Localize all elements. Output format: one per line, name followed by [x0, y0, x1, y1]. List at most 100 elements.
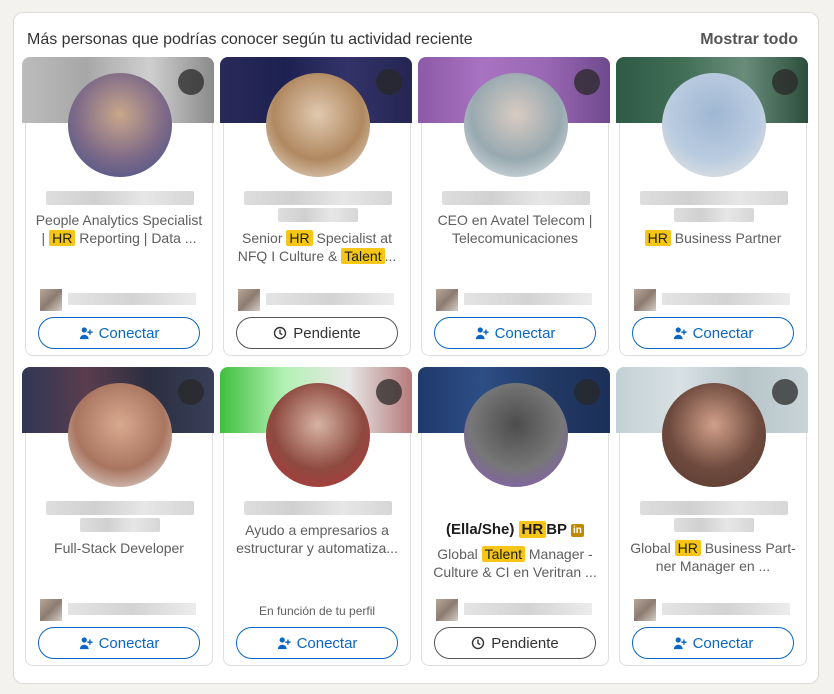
keyword-highlight: HR [49, 230, 76, 246]
show-all-link[interactable]: Mostrar todo [700, 31, 798, 49]
headline-text: Reporting | Data ... [75, 230, 197, 246]
mutual-connection-avatar [634, 599, 656, 621]
button-label: Pendiente [491, 634, 559, 652]
linkedin-premium-icon: in [570, 524, 584, 537]
button-label: Conectar [98, 634, 160, 652]
dismiss-button[interactable] [376, 69, 402, 95]
headline-text: Business Partner [670, 230, 782, 246]
person-headline: Ayudo a empresarios a estructurar y auto… [232, 521, 402, 557]
add-person-icon [673, 327, 687, 340]
mutual-connections [634, 287, 792, 313]
person-card[interactable]: HR Business Partner Conectar [616, 57, 808, 356]
dismiss-button[interactable] [574, 69, 600, 95]
profile-photo[interactable] [266, 383, 370, 487]
button-label: Conectar [494, 324, 556, 342]
keyword-highlight: HR [644, 230, 671, 246]
profile-photo[interactable] [662, 383, 766, 487]
pending-button[interactable]: Pendiente [236, 317, 398, 349]
connect-button[interactable]: Conectar [632, 627, 794, 659]
person-headline: HR Business Partner [628, 229, 798, 247]
person-headline: Senior HR Specialist at NFQ I Culture & … [232, 229, 402, 265]
blurred-name-line [80, 518, 160, 532]
person-card[interactable]: People Analytics Specialist | HR Reporti… [22, 57, 214, 356]
keyword-highlight: HR [518, 521, 547, 538]
profile-photo[interactable] [464, 383, 568, 487]
person-card[interactable]: Global HR Business Part-ner Manager en .… [616, 367, 808, 666]
blurred-mutual-text [464, 603, 592, 615]
headline-text: Full-Stack Developer [54, 540, 184, 556]
blurred-name[interactable] [640, 191, 788, 205]
mutual-connection-avatar [436, 289, 458, 311]
profile-photo[interactable] [266, 73, 370, 177]
connect-button[interactable]: Conectar [38, 317, 200, 349]
connect-button[interactable]: Conectar [236, 627, 398, 659]
headline-text: Ayudo a empresarios a estructurar y auto… [236, 522, 398, 556]
panel-title: Más personas que podrías conocer según t… [27, 31, 473, 48]
connect-button[interactable]: Conectar [38, 627, 200, 659]
person-card[interactable]: Senior HR Specialist at NFQ I Culture & … [220, 57, 412, 356]
connect-button[interactable]: Conectar [434, 317, 596, 349]
person-name[interactable]: (Ella/She) HR BP in [422, 521, 608, 538]
add-person-icon [79, 637, 93, 650]
blurred-name[interactable] [46, 501, 194, 515]
person-headline: Global Talent Manager - Culture & CI en … [430, 545, 600, 581]
headline-text: Senior [242, 230, 287, 246]
person-card[interactable]: (Ella/She) HR BP in Global Talent Manager … [418, 367, 610, 666]
blurred-mutual-text [68, 293, 196, 305]
blurred-name[interactable] [640, 501, 788, 515]
button-label: Conectar [692, 634, 754, 652]
mutual-connection-avatar [40, 289, 62, 311]
mutual-connections [238, 287, 396, 313]
blurred-name[interactable] [244, 191, 392, 205]
add-person-icon [673, 637, 687, 650]
dismiss-button[interactable] [376, 379, 402, 405]
clock-icon [472, 636, 485, 650]
blurred-name[interactable] [244, 501, 392, 515]
person-headline: Global HR Business Part-ner Manager en .… [628, 539, 798, 575]
connect-button[interactable]: Conectar [632, 317, 794, 349]
insight-note: En función de tu perfil [258, 604, 376, 618]
mutual-connections [40, 287, 198, 313]
button-label: Conectar [296, 634, 358, 652]
blurred-mutual-text [662, 603, 790, 615]
mutual-connection-avatar [436, 599, 458, 621]
keyword-highlight: Talent [341, 248, 385, 264]
mutual-connections [436, 597, 594, 623]
blurred-name-line [674, 518, 754, 532]
headline-text: CEO en Avatel Telecom | Telecomunicacion… [437, 212, 593, 246]
blurred-name[interactable] [46, 191, 194, 205]
blurred-mutual-text [266, 293, 394, 305]
dismiss-button[interactable] [178, 69, 204, 95]
keyword-highlight: HR [286, 230, 313, 246]
keyword-highlight: HR [674, 540, 701, 556]
profile-photo[interactable] [464, 73, 568, 177]
mutual-connection-avatar [40, 599, 62, 621]
button-label: Pendiente [293, 324, 361, 342]
add-person-icon [277, 637, 291, 650]
headline-text: ... [384, 248, 397, 264]
headline-text: Global [437, 546, 482, 562]
add-person-icon [475, 327, 489, 340]
blurred-name-line [278, 208, 358, 222]
headline-text: Global [630, 540, 675, 556]
dismiss-button[interactable] [574, 379, 600, 405]
blurred-name[interactable] [442, 191, 590, 205]
name-text: (Ella/She) [446, 521, 519, 538]
name-text: BP [546, 521, 567, 538]
dismiss-button[interactable] [772, 69, 798, 95]
person-headline: People Analytics Specialist | HR Reporti… [34, 211, 204, 247]
person-card[interactable]: Ayudo a empresarios a estructurar y auto… [220, 367, 412, 666]
pending-button[interactable]: Pendiente [434, 627, 596, 659]
dismiss-button[interactable] [772, 379, 798, 405]
blurred-mutual-text [662, 293, 790, 305]
mutual-connections [634, 597, 792, 623]
person-card[interactable]: CEO en Avatel Telecom | Telecomunicacion… [418, 57, 610, 356]
profile-photo[interactable] [68, 73, 172, 177]
mutual-connection-avatar [634, 289, 656, 311]
clock-icon [274, 326, 287, 340]
person-card[interactable]: Full-Stack Developer Conectar [22, 367, 214, 666]
person-headline: Full-Stack Developer [34, 539, 204, 557]
dismiss-button[interactable] [178, 379, 204, 405]
profile-photo[interactable] [68, 383, 172, 487]
profile-photo[interactable] [662, 73, 766, 177]
